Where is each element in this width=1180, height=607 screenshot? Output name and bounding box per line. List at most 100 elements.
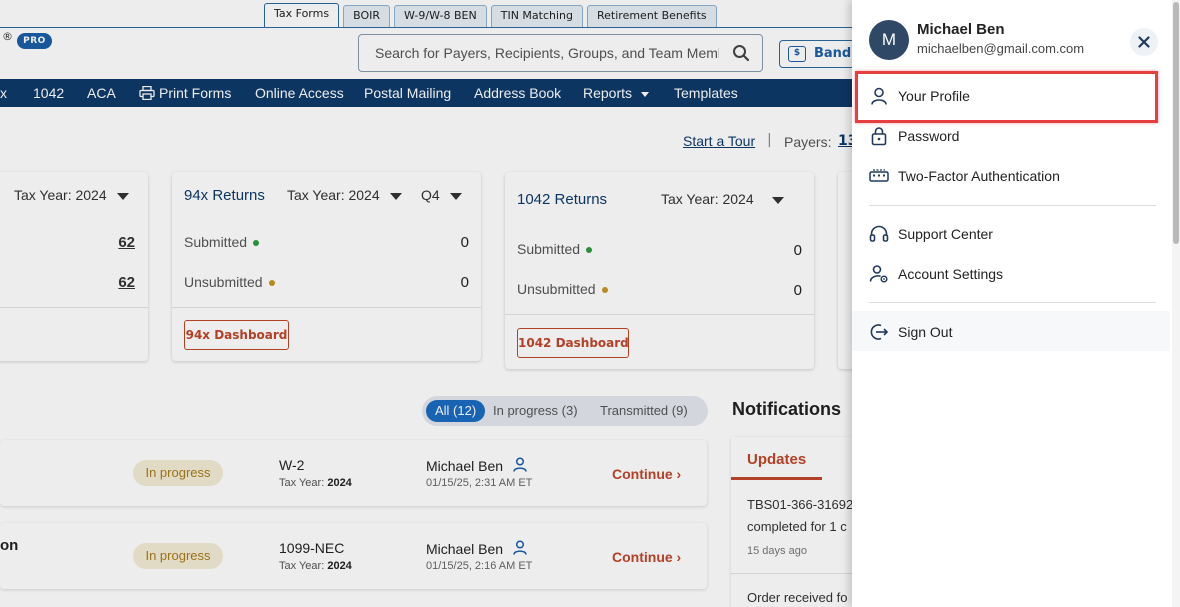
form-tax-year: Tax Year: 2024 [279, 560, 352, 572]
notifications-heading: Notifications [732, 399, 842, 419]
tax-year-label: Tax Year: 2024 [661, 191, 754, 207]
tax-year-select[interactable]: Tax Year: 2024 [14, 187, 129, 203]
filter-transmitted[interactable]: Transmitted (9) [600, 400, 688, 422]
close-icon [1138, 36, 1150, 48]
menu-divider [869, 205, 1156, 206]
quarter-select[interactable]: Q4 [421, 187, 462, 203]
filter-in-progress[interactable]: In progress (3) [493, 400, 578, 422]
continue-link[interactable]: Continue › [612, 549, 681, 565]
nav-item-address-book[interactable]: Address Book [474, 85, 561, 101]
tax-year-value: 2024 [327, 477, 352, 489]
table-row[interactable]: on In progress 1099-NEC Tax Year: 2024 M… [0, 523, 707, 589]
unsubmitted-count: 0 [460, 274, 469, 291]
search-input[interactable] [359, 35, 719, 71]
status-badge: In progress [133, 460, 223, 486]
card-divider [172, 307, 481, 308]
menu-divider [869, 302, 1156, 303]
unsubmitted-label: Unsubmitted [517, 281, 608, 297]
nav-item-tax[interactable]: x [0, 85, 7, 101]
status-dot [601, 287, 608, 294]
submitted-label: Submitted [184, 234, 260, 250]
tax-year-caption: Tax Year: [279, 560, 325, 572]
tax-year-value: 2024 [327, 560, 352, 572]
menu-item-account-settings[interactable]: Account Settings [852, 254, 1170, 294]
form-name: 1099-NEC [279, 540, 345, 556]
menu-item-sign-out[interactable]: Sign Out [852, 312, 1170, 352]
caret-down-icon [640, 91, 649, 97]
1042-dashboard-button[interactable]: 1042 Dashboard [517, 328, 629, 358]
row-title-fragment: on [0, 537, 19, 554]
menu-item-support-center[interactable]: Support Center [852, 214, 1170, 254]
row-label-text: Unsubmitted [184, 274, 263, 290]
scrollbar-thumb[interactable] [1173, 2, 1179, 244]
account-drawer: M Michael Ben michaelben@gmail.com.com Y… [852, 0, 1180, 607]
status-dot [268, 280, 275, 287]
count-link[interactable]: 62 [118, 274, 135, 291]
user-icon [513, 457, 527, 472]
search-icon[interactable] [732, 44, 750, 66]
nav-print-forms-label: Print Forms [159, 85, 232, 101]
continue-label: Continue [612, 549, 673, 565]
card-divider [505, 314, 814, 315]
card-1042-returns: 1042 Returns Tax Year: 2024 Submitted 0 … [505, 172, 814, 369]
94x-dashboard-button[interactable]: 94x Dashboard [184, 320, 289, 350]
tab-retirement-benefits[interactable]: Retirement Benefits [587, 5, 717, 27]
card-94x-returns: 94x Returns Tax Year: 2024 Q4 Submitted … [172, 172, 481, 361]
tax-year-select[interactable]: Tax Year: 2024 [661, 191, 784, 207]
form-name: W-2 [279, 457, 305, 473]
user-name: Michael Ben [426, 457, 527, 474]
continue-link[interactable]: Continue › [612, 466, 681, 482]
menu-label: Sign Out [898, 324, 953, 340]
menu-label: Account Settings [898, 266, 1004, 282]
tax-year-label: Tax Year: 2024 [14, 187, 107, 203]
product-tabs: Tax Forms BOIR W-9/W-8 BEN TIN Matching … [264, 3, 717, 29]
tab-updates[interactable]: Updates [747, 451, 806, 468]
notification-text[interactable]: Order received fo [747, 590, 847, 605]
form-tax-year: Tax Year: 2024 [279, 477, 352, 489]
status-dot [253, 240, 260, 247]
menu-item-two-factor-authentication[interactable]: Two-Factor Authentication [852, 156, 1170, 196]
tab-underline [731, 477, 822, 480]
tab-w9-w8ben[interactable]: W-9/W-8 BEN [394, 5, 487, 27]
tab-tin-matching[interactable]: TIN Matching [490, 5, 583, 27]
nav-item-print-forms[interactable]: Print Forms [139, 85, 231, 101]
tax-year-select[interactable]: Tax Year: 2024 [287, 187, 402, 203]
menu-label: Password [898, 128, 960, 144]
lock-icon [869, 126, 889, 146]
menu-item-password[interactable]: Password [852, 116, 1170, 156]
count-link[interactable]: 62 [118, 234, 135, 251]
last-modified-date: 01/15/25, 2:31 AM ET [426, 477, 533, 489]
tax-year-label: Tax Year: 2024 [287, 187, 380, 203]
nav-item-reports[interactable]: Reports [583, 85, 649, 101]
table-row[interactable]: In progress W-2 Tax Year: 2024 Michael B… [0, 440, 707, 506]
chevron-right-icon: › [676, 549, 682, 565]
tab-boir[interactable]: BOIR [343, 5, 390, 27]
notification-text[interactable]: TBS01-366-31692 [747, 497, 853, 512]
card-title: 1042 Returns [517, 191, 608, 208]
nav-item-aca[interactable]: ACA [87, 85, 116, 101]
drawer-scrollbar[interactable] [1172, 0, 1180, 607]
start-tour-link[interactable]: Start a Tour [683, 133, 755, 149]
user-settings-icon [869, 264, 889, 284]
unsubmitted-label: Unsubmitted [184, 274, 275, 290]
nav-item-postal-mailing[interactable]: Postal Mailing [364, 85, 451, 101]
notification-text[interactable]: completed for 1 c [747, 519, 847, 534]
card-title: 94x Returns [184, 187, 265, 204]
separator: | [767, 132, 772, 148]
sign-out-icon [869, 322, 889, 342]
tab-tax-forms[interactable]: Tax Forms [264, 3, 340, 27]
dollar-card-icon: $ [788, 46, 806, 62]
menu-label: Two-Factor Authentication [898, 168, 1060, 184]
last-modified-date: 01/15/25, 2:16 AM ET [426, 560, 533, 572]
status-filter-group: All (12) In progress (3) Transmitted (9) [422, 396, 708, 426]
nav-item-templates[interactable]: Templates [674, 85, 738, 101]
filter-all[interactable]: All (12) [426, 400, 486, 422]
nav-item-1042[interactable]: 1042 [33, 85, 64, 101]
registered-mark: ® [2, 30, 13, 43]
nav-item-online-access[interactable]: Online Access [255, 85, 344, 101]
close-button[interactable] [1130, 28, 1158, 56]
pro-badge: PRO [17, 33, 52, 49]
row-label-text: Unsubmitted [517, 281, 596, 297]
search-bar [358, 34, 763, 72]
status-badge: In progress [133, 543, 223, 569]
